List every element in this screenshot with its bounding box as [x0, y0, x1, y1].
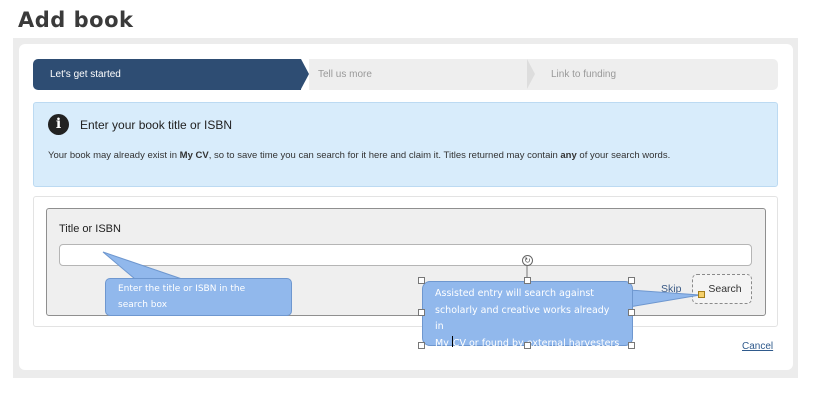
rotate-handle-icon[interactable]: ↻	[522, 255, 533, 266]
step-label: Tell us more	[318, 69, 372, 80]
resize-handle[interactable]	[524, 342, 531, 349]
info-title: Enter your book title or ISBN	[80, 118, 233, 132]
resize-handle[interactable]	[628, 277, 635, 284]
step-lets-get-started[interactable]: Let's get started	[33, 59, 301, 90]
step-label: Link to funding	[551, 69, 617, 80]
title-isbn-input[interactable]	[59, 244, 752, 266]
search-button[interactable]: Search	[692, 274, 752, 304]
step-link-to-funding[interactable]: Link to funding	[535, 59, 778, 90]
cancel-link[interactable]: Cancel	[742, 341, 773, 352]
page-title: Add book	[18, 8, 134, 32]
step-arrow	[301, 59, 309, 89]
step-label: Let's get started	[50, 69, 121, 80]
resize-handle[interactable]	[418, 342, 425, 349]
info-circle-icon: i	[48, 114, 69, 135]
info-text: Your book may already exist in My CV, so…	[48, 150, 671, 161]
step-tell-us-more[interactable]: Tell us more	[309, 59, 539, 90]
callout-assisted-entry[interactable]: Assisted entry will search against schol…	[422, 281, 633, 349]
title-isbn-label: Title or ISBN	[59, 223, 121, 235]
info-panel: i Enter your book title or ISBN Your boo…	[33, 102, 778, 187]
progress-stepper: Let's get started Tell us more Link to f…	[33, 59, 778, 90]
resize-handle[interactable]	[628, 309, 635, 316]
skip-link[interactable]: Skip	[661, 283, 681, 295]
callout-input-hint: Enter the title or ISBN in the search bo…	[105, 278, 292, 316]
step-separator	[527, 59, 535, 89]
resize-handle[interactable]	[418, 309, 425, 316]
resize-handle[interactable]	[628, 342, 635, 349]
pointer-adjust-handle[interactable]	[698, 291, 705, 298]
resize-handle[interactable]	[418, 277, 425, 284]
resize-handle[interactable]	[524, 277, 531, 284]
